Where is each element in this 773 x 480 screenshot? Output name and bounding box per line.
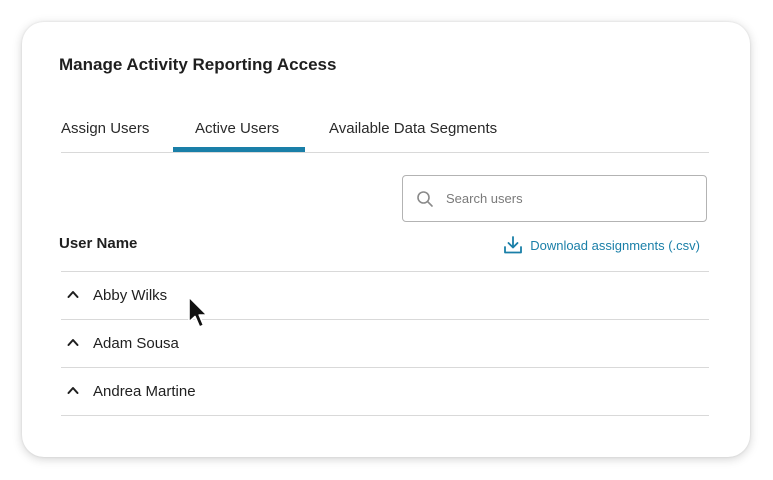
tab-bar: Assign Users Active Users Available Data… [61,112,709,153]
user-name: Adam Sousa [93,335,179,352]
user-name-column-header: User Name [59,235,138,252]
tab-active-users[interactable]: Active Users [195,120,279,137]
search-input[interactable] [446,186,696,210]
chevron-up-icon[interactable] [67,289,79,299]
panel-title: Manage Activity Reporting Access [59,55,337,74]
user-name: Andrea Martine [93,383,196,400]
download-assignments-label: Download assignments (.csv) [530,237,700,253]
download-assignments-link[interactable]: Download assignments (.csv) [503,235,700,255]
search-icon [417,191,433,207]
download-icon [504,236,523,254]
access-panel: Manage Activity Reporting Access Assign … [22,22,750,457]
user-row-andrea-martine[interactable]: Andrea Martine [61,367,709,416]
active-tab-indicator [173,147,305,152]
user-row-adam-sousa[interactable]: Adam Sousa [61,319,709,367]
stage: Manage Activity Reporting Access Assign … [0,0,773,480]
chevron-up-icon[interactable] [67,337,79,347]
search-box[interactable] [402,175,707,222]
tab-available-data-segments[interactable]: Available Data Segments [329,120,497,137]
chevron-up-icon[interactable] [67,385,79,395]
tab-assign-users[interactable]: Assign Users [61,120,149,137]
user-name: Abby Wilks [93,287,168,304]
user-row-abby-wilks[interactable]: Abby Wilks [61,271,709,319]
user-list: Abby Wilks Adam Sousa Andrea Martine [61,271,709,416]
